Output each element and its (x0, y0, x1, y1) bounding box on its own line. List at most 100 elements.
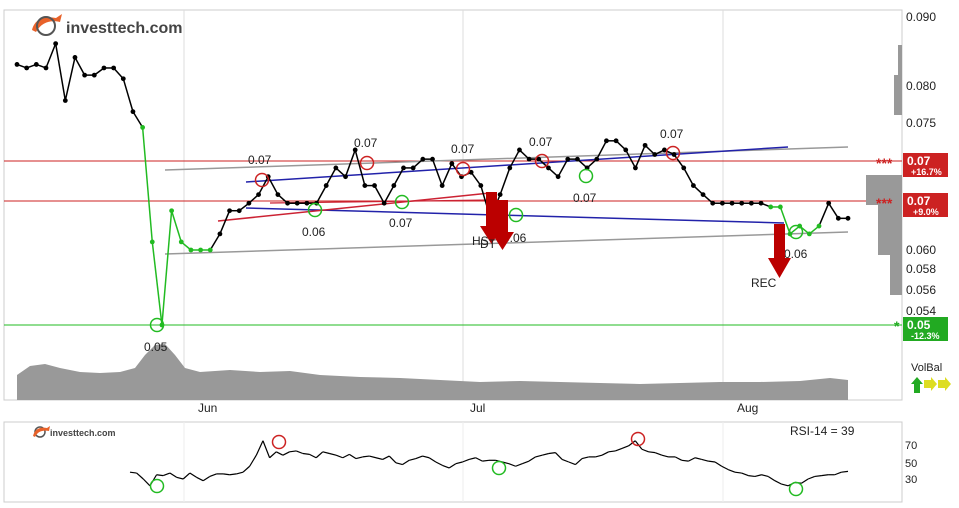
level-stars: * (894, 318, 900, 334)
vb-bar (898, 45, 902, 75)
price-point (681, 165, 687, 171)
price-point (82, 72, 88, 78)
price-point (207, 247, 213, 253)
price-point (391, 183, 397, 188)
price-point (227, 208, 232, 214)
price-point (33, 62, 39, 67)
price-point (758, 200, 764, 206)
price-point (236, 208, 242, 214)
price-point (372, 183, 377, 188)
price-point (294, 200, 300, 206)
price-point (604, 138, 609, 144)
y-tick-label: 0.075 (906, 116, 936, 130)
rsi-tick-label: 30 (905, 474, 917, 486)
volbal-right-arrow-icon (938, 377, 951, 391)
price-point (671, 152, 677, 157)
volbal-indicator: VolBal (911, 362, 951, 393)
price-point (420, 156, 426, 162)
rsi-segment (548, 452, 556, 455)
price-point (719, 200, 725, 206)
level-stars: *** (876, 195, 893, 211)
level-stars: *** (876, 155, 893, 171)
level-value: 0.07 (907, 194, 931, 208)
price-point (24, 65, 30, 71)
price-point (323, 183, 329, 188)
pattern-label-dt: DT (480, 237, 497, 251)
rsi-segment (608, 450, 616, 453)
x-axis: Jun Jul Aug (198, 401, 758, 415)
level-percent: +9.0% (913, 207, 939, 217)
price-point (526, 156, 532, 162)
pattern-label-rec: REC (751, 276, 777, 290)
rsi-segment (482, 459, 490, 462)
level-value: 0.05 (907, 318, 931, 332)
price-point (198, 247, 203, 253)
price-point (381, 200, 387, 206)
level-value: 0.07 (907, 154, 931, 168)
price-point (555, 174, 561, 180)
annotation-label: 0.07 (660, 127, 684, 141)
price-point (304, 200, 310, 206)
rsi-segment (841, 470, 849, 473)
annotation-label: 0.07 (529, 135, 553, 149)
y-tick-label: 0.056 (906, 283, 936, 297)
annotation-label: 0.05 (144, 340, 168, 354)
rsi-segment (821, 474, 829, 477)
price-point (53, 41, 59, 47)
price-point (178, 239, 184, 245)
volbal-right-arrow-icon (924, 377, 937, 391)
y-tick-label: 0.054 (906, 304, 936, 318)
rsi-segment (289, 450, 297, 453)
price-point (777, 204, 783, 210)
rsi-segment (229, 473, 237, 476)
y-tick-label: 0.080 (906, 79, 936, 93)
rsi-segment (362, 455, 370, 458)
x-tick-label: Aug (737, 401, 758, 415)
volbal-label: VolBal (911, 362, 942, 374)
rsi-segment (748, 475, 756, 478)
price-point (410, 165, 416, 171)
price-point (62, 98, 68, 103)
price-point (120, 76, 126, 82)
price-point (478, 183, 484, 188)
y-tick-label: 0.060 (906, 243, 936, 257)
rsi-label: RSI-14 = 39 (790, 424, 855, 438)
rsi-y-axis: 70 50 30 (905, 440, 917, 486)
price-point (729, 200, 735, 206)
price-point (256, 192, 261, 198)
price-point (575, 156, 580, 162)
brand-name-small: investtech.com (50, 428, 116, 438)
price-point (188, 247, 194, 253)
rsi-segment (734, 471, 742, 474)
price-point (816, 223, 822, 229)
rsi-segment (129, 471, 137, 474)
price-point (642, 142, 648, 148)
rsi-segment (222, 473, 230, 476)
price-point (439, 183, 445, 188)
rsi-tick-label: 50 (905, 458, 917, 470)
volbal-up-arrow-icon (911, 377, 923, 393)
price-point (91, 72, 97, 78)
price-point (623, 147, 629, 153)
rsi-tick-label: 70 (905, 440, 917, 452)
rsi-plot-frame (3, 421, 903, 503)
price-point (72, 55, 78, 60)
level-percent: -12.3% (911, 331, 940, 341)
price-point (845, 215, 851, 221)
price-point (101, 65, 107, 71)
annotation-label: 0.07 (248, 153, 272, 167)
price-point (217, 231, 223, 237)
price-point (140, 125, 146, 130)
price-point (343, 174, 348, 180)
y-tick-label: 0.090 (906, 10, 936, 24)
price-point (507, 165, 513, 171)
rsi-segment (814, 475, 822, 478)
price-point (768, 204, 774, 210)
price-point (748, 200, 754, 206)
rsi-segment (681, 459, 689, 462)
annotation-label: 0.07 (389, 216, 413, 230)
annotation-label: 0.06 (302, 225, 326, 239)
y-tick-label: 0.058 (906, 262, 936, 276)
price-point (14, 62, 20, 67)
rsi-segment (302, 452, 310, 455)
